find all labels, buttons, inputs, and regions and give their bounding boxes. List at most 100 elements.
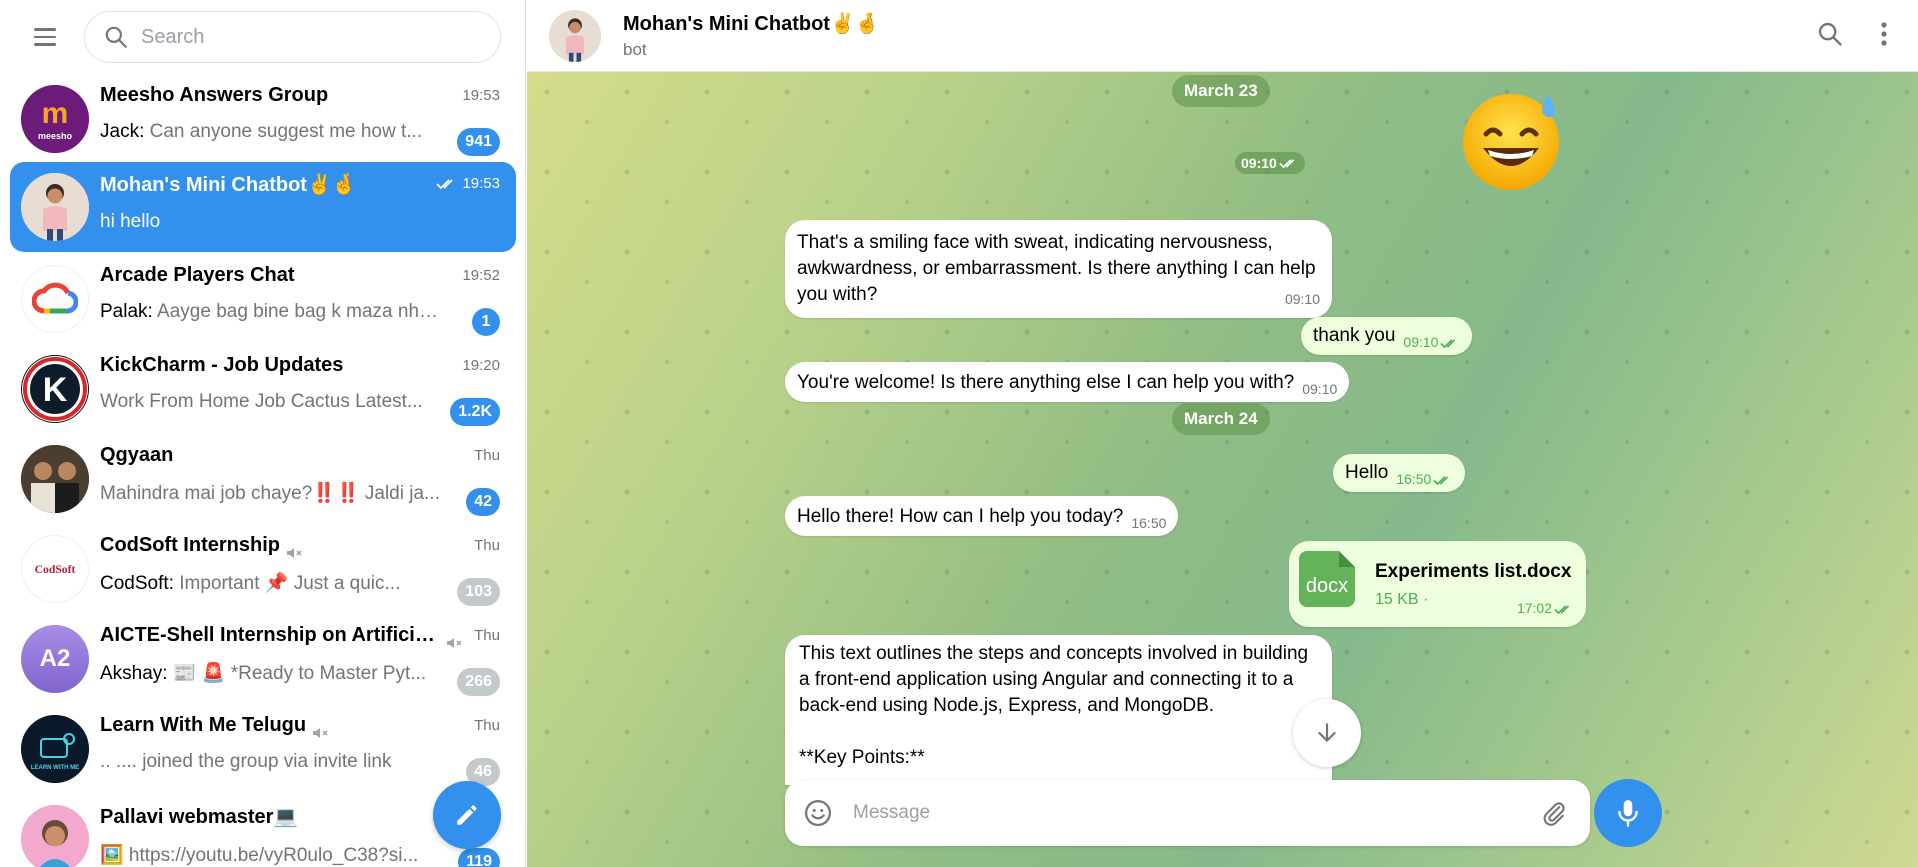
chat-item-qgyaan[interactable]: Qgyaan Thu Mahindra mai job chaye?‼️‼️ J…: [10, 434, 516, 524]
double-check-icon: [1279, 158, 1294, 168]
emoji-smile-icon[interactable]: [803, 798, 833, 828]
chat-title: CodSoft Internship: [100, 534, 280, 556]
chat-panel: Mohan's Mini Chatbot✌️🤞 bot March 23 09:…: [527, 0, 1918, 867]
pencil-icon: [457, 805, 477, 825]
incoming-message[interactable]: You're welcome! Is there anything else I…: [785, 362, 1350, 402]
message-text: Hello there! How can I help you today?: [797, 506, 1124, 527]
person-avatar-icon: [21, 805, 89, 867]
file-extension: docx: [1305, 575, 1349, 597]
channel-logo-icon: LEARN WITH ME: [21, 715, 89, 783]
chat-preview-text: Aayge bag bine bag k maza nhi ...: [157, 301, 440, 322]
avatar: [21, 805, 89, 867]
unread-badge: 1.2K: [450, 398, 500, 426]
chat-preview-text: Important 📌 Just a quic...: [179, 573, 401, 594]
avatar: [21, 265, 89, 333]
chat-preview-text: 📰 🚨 *Ready to Master Pyt...: [172, 663, 427, 684]
avatar: [21, 173, 89, 241]
incoming-message[interactable]: This text outlines the steps and concept…: [785, 635, 1332, 785]
document-file-icon[interactable]: docx: [1299, 551, 1355, 607]
svg-text:meesho: meesho: [38, 131, 73, 141]
chat-header-subtitle: bot: [623, 40, 647, 59]
search-icon: [105, 26, 127, 48]
sticker-time: 09:10: [1241, 155, 1277, 171]
avatar: CodSoft: [21, 535, 89, 603]
search-box[interactable]: [84, 11, 501, 63]
message-time: 16:50: [1131, 515, 1167, 531]
message-text-line: **Key Points:**: [799, 747, 925, 768]
chat-sender: Akshay:: [100, 663, 173, 684]
avatar: m meesho: [21, 85, 89, 153]
chat-time: 19:53: [434, 175, 500, 192]
avatar: A2: [21, 625, 89, 693]
outgoing-message[interactable]: thank you 09:10: [1301, 317, 1473, 355]
chat-preview-text: Work From Home Job Cactus Latest...: [100, 391, 423, 412]
incoming-message[interactable]: That's a smiling face with sweat, indica…: [785, 220, 1332, 318]
chat-item-arcade-players[interactable]: Arcade Players Chat 19:52 Palak: Aayge b…: [10, 254, 516, 344]
message-composer: [785, 780, 1590, 846]
chat-preview: hi hello: [100, 211, 440, 233]
chat-header[interactable]: Mohan's Mini Chatbot✌️🤞 bot: [527, 0, 1918, 72]
file-name: Experiments list.docx: [1375, 561, 1572, 582]
chat-title: Mohan's Mini Chatbot✌️🤞: [100, 174, 357, 196]
chat-preview: 🖼️ https://youtu.be/vyR0ulo_C38?si...: [100, 843, 440, 867]
more-options-icon[interactable]: [1880, 20, 1888, 48]
voice-record-button[interactable]: [1594, 779, 1662, 847]
message-time: 09:10: [1302, 381, 1338, 397]
message-text: That's a smiling face with sweat, indica…: [797, 232, 1316, 305]
sticker-timestamp: 09:10: [1235, 152, 1305, 174]
chat-time: Thu: [474, 537, 500, 554]
file-size: 15 KB ·: [1375, 591, 1429, 608]
chat-preview: Mahindra mai job chaye?‼️‼️ Jaldi ja...: [100, 481, 440, 505]
meesho-logo-icon: mmeesho: [21, 85, 89, 153]
chat-time: Thu: [474, 447, 500, 464]
outgoing-file-message[interactable]: docx Experiments list.docx 15 KB · 17:02: [1289, 541, 1586, 627]
chat-sender: Jack:: [100, 121, 150, 142]
chat-time-text: 19:53: [462, 175, 500, 192]
chat-item-codsoft[interactable]: CodSoft CodSoft Internship Thu CodSoft: …: [10, 524, 516, 614]
muted-icon: [447, 637, 462, 648]
sidebar: mmeesho Meesho Answers Group 19:53 Jack:…: [0, 0, 526, 867]
scroll-to-bottom-button[interactable]: [1293, 699, 1361, 767]
svg-text:CodSoft: CodSoft: [35, 563, 76, 576]
hamburger-menu-icon[interactable]: [22, 14, 68, 60]
chat-preview: Akshay: 📰 🚨 *Ready to Master Pyt...: [100, 661, 440, 685]
double-check-icon: [436, 179, 453, 190]
outgoing-message[interactable]: Hello 16:50: [1333, 454, 1466, 492]
message-list: March 23 09:10 That's a smiling face wit…: [527, 72, 1918, 785]
microphone-icon: [1618, 800, 1638, 828]
unread-badge: 42: [466, 488, 500, 516]
message-input[interactable]: [853, 802, 1513, 824]
incoming-message[interactable]: Hello there! How can I help you today? 16…: [785, 496, 1179, 536]
search-icon[interactable]: [1816, 20, 1844, 48]
chat-avatar[interactable]: [549, 9, 601, 62]
svg-text:m: m: [42, 97, 69, 130]
new-message-button[interactable]: [433, 781, 501, 849]
chat-title: Learn With Me Telugu: [100, 714, 307, 736]
chat-title: Arcade Players Chat: [100, 264, 295, 286]
chat-preview-text: .. .... joined the group via invite link: [100, 751, 392, 772]
message-meta: 09:10: [1403, 329, 1460, 355]
chat-list: m meesho Meesho Answers Group 19:53 Jack:…: [0, 74, 525, 867]
search-input[interactable]: [141, 25, 481, 49]
double-check-icon: [1440, 339, 1456, 349]
chat-item-mohans-mini-chatbot[interactable]: Mohan's Mini Chatbot✌️🤞 19:53 hi hello: [10, 162, 516, 252]
unread-badge: 1: [472, 308, 500, 336]
svg-text:LEARN WITH ME: LEARN WITH ME: [31, 765, 79, 771]
chat-preview-text: Mahindra mai job chaye?‼️‼️ Jaldi ja...: [100, 483, 440, 504]
kickcharm-logo-icon: K: [22, 356, 88, 422]
chat-item-kickcharm[interactable]: K KickCharm - Job Updates 19:20 Work Fro…: [10, 344, 516, 434]
avatar: [21, 445, 89, 513]
chat-item-aicte-shell[interactable]: A2 AICTE-Shell Internship on Artificial …: [10, 614, 516, 704]
attach-paperclip-icon[interactable]: [1540, 799, 1568, 827]
message-text: thank you: [1313, 325, 1396, 346]
chat-preview: Jack: Can anyone suggest me how t...: [100, 121, 440, 143]
unread-badge: 119: [458, 848, 500, 867]
codsoft-logo-icon: CodSoft: [35, 563, 76, 576]
chat-item-learn-with-me-telugu[interactable]: LEARN WITH ME Learn With Me Telugu Thu .…: [10, 704, 516, 794]
smiling-face-with-sweat-emoji-icon: [1463, 94, 1559, 190]
unread-badge: 941: [457, 128, 500, 156]
person-avatar-icon: [21, 173, 89, 241]
google-cloud-icon: [32, 282, 78, 314]
chat-preview: Work From Home Job Cactus Latest...: [100, 391, 440, 413]
chat-item-meesho[interactable]: m meesho Meesho Answers Group 19:53 Jack:…: [10, 74, 516, 164]
